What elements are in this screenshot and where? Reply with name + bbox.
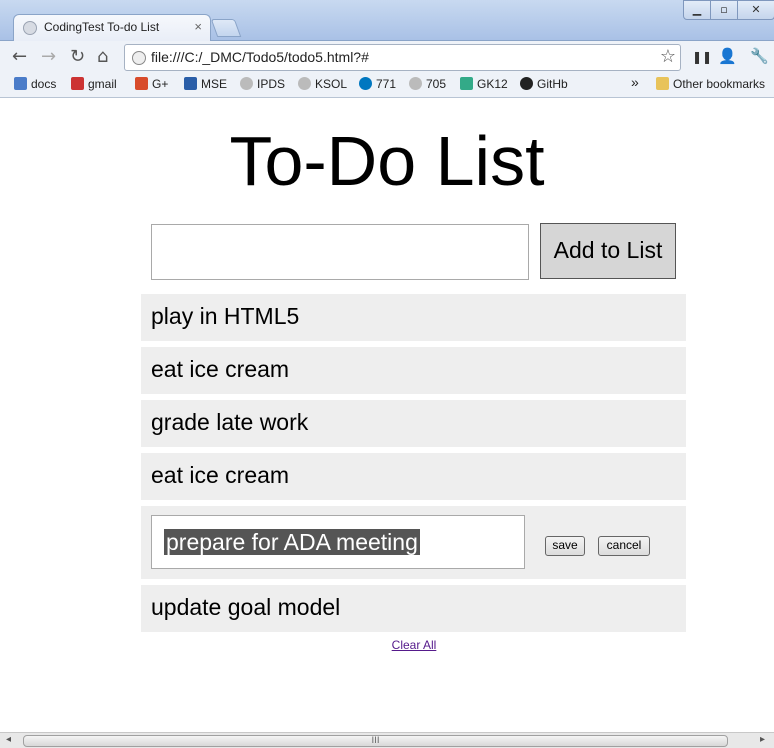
tab-close-icon[interactable]: × — [194, 19, 202, 34]
doc-icon — [14, 77, 27, 90]
list-item-text: update goal model — [151, 594, 341, 620]
more-bookmarks-chevron-icon[interactable]: » — [631, 74, 639, 90]
list-item-text: play in HTML5 — [151, 303, 300, 329]
wrench-icon[interactable]: 🔧 — [750, 47, 769, 65]
list-item[interactable]: play in HTML5 — [141, 294, 686, 341]
bookmark-docs[interactable]: docs — [14, 77, 56, 91]
bookmark-gk12[interactable]: GK12 — [460, 77, 508, 91]
scroll-right-arrow-icon[interactable]: ▸ — [760, 734, 765, 745]
edit-task-input[interactable]: prepare for ADA meeting — [151, 515, 525, 569]
forward-arrow-icon[interactable]: → — [41, 47, 56, 67]
z-icon — [184, 77, 197, 90]
new-tab-button[interactable] — [210, 19, 242, 37]
list-item[interactable]: eat ice cream — [141, 453, 686, 500]
cancel-button[interactable]: cancel — [598, 536, 650, 556]
pause-icon[interactable]: ❚❚ — [692, 50, 712, 64]
list-item-text: grade late work — [151, 409, 309, 435]
list-item[interactable]: eat ice cream — [141, 347, 686, 394]
tab-strip: CodingTest To-do List × ▁ ▫ ✕ — [0, 0, 774, 41]
page-title: To-Do List — [229, 122, 545, 200]
url-text[interactable]: file:///C:/_DMC/Todo5/todo5.html?# — [151, 49, 369, 65]
list-item-editing: prepare for ADA meeting save cancel — [141, 506, 686, 579]
globe-icon — [298, 77, 311, 90]
gmail-icon — [71, 77, 84, 90]
address-bar[interactable]: file:///C:/_DMC/Todo5/todo5.html?# ☆ — [124, 44, 681, 71]
tab-title: CodingTest To-do List — [44, 20, 160, 34]
github-icon — [520, 77, 533, 90]
bookmark-ksol[interactable]: KSOL — [298, 77, 347, 91]
google-icon — [460, 77, 473, 90]
add-to-list-button[interactable]: Add to List — [540, 223, 676, 279]
clear-all-link[interactable]: Clear All — [0, 638, 774, 652]
globe-icon — [240, 77, 253, 90]
maximize-button[interactable]: ▫ — [710, 0, 738, 20]
other-bookmarks[interactable]: Other bookmarks — [656, 77, 765, 91]
close-window-button[interactable]: ✕ — [737, 0, 774, 20]
page-favicon-icon — [23, 21, 37, 35]
bookmark-github[interactable]: GitHb — [520, 77, 568, 91]
list-item-text: eat ice cream — [151, 356, 290, 382]
back-arrow-icon[interactable]: ← — [12, 47, 27, 67]
scroll-left-arrow-icon[interactable]: ◂ — [6, 734, 11, 745]
globe-icon — [409, 77, 422, 90]
new-task-input[interactable] — [151, 224, 529, 280]
bookmark-gmail[interactable]: gmail — [71, 77, 117, 91]
bookmark-star-icon[interactable]: ☆ — [660, 46, 676, 67]
save-button[interactable]: save — [545, 536, 585, 556]
home-icon[interactable]: ⌂ — [97, 47, 108, 67]
list-item-text: eat ice cream — [151, 462, 290, 488]
user-icon[interactable]: 👤 — [718, 47, 737, 65]
bookmark-mse[interactable]: MSE — [184, 77, 227, 91]
bookmark-ipds[interactable]: IPDS — [240, 77, 285, 91]
selected-text: prepare for ADA meeting — [164, 529, 420, 555]
gplus-icon — [135, 77, 148, 90]
scrollbar-thumb[interactable]: III — [23, 735, 728, 747]
bookmark-gplus[interactable]: G+ — [135, 77, 168, 91]
reload-icon[interactable]: ↻ — [70, 47, 85, 67]
horizontal-scrollbar[interactable]: ◂ III ▸ — [0, 732, 774, 748]
bookmarks-bar: docs gmail G+ MSE IPDS KSOL 771 705 GK12… — [0, 73, 774, 98]
bookmark-705[interactable]: 705 — [409, 77, 446, 91]
folder-icon — [656, 77, 669, 90]
drupal-icon — [359, 77, 372, 90]
browser-tab[interactable]: CodingTest To-do List × — [13, 14, 211, 41]
browser-toolbar: ← → ↻ ⌂ file:///C:/_DMC/Todo5/todo5.html… — [0, 41, 774, 73]
list-item[interactable]: grade late work — [141, 400, 686, 447]
list-item[interactable]: update goal model — [141, 585, 686, 632]
bookmark-771[interactable]: 771 — [359, 77, 396, 91]
page-info-icon[interactable] — [132, 51, 146, 65]
minimize-button[interactable]: ▁ — [683, 0, 711, 20]
